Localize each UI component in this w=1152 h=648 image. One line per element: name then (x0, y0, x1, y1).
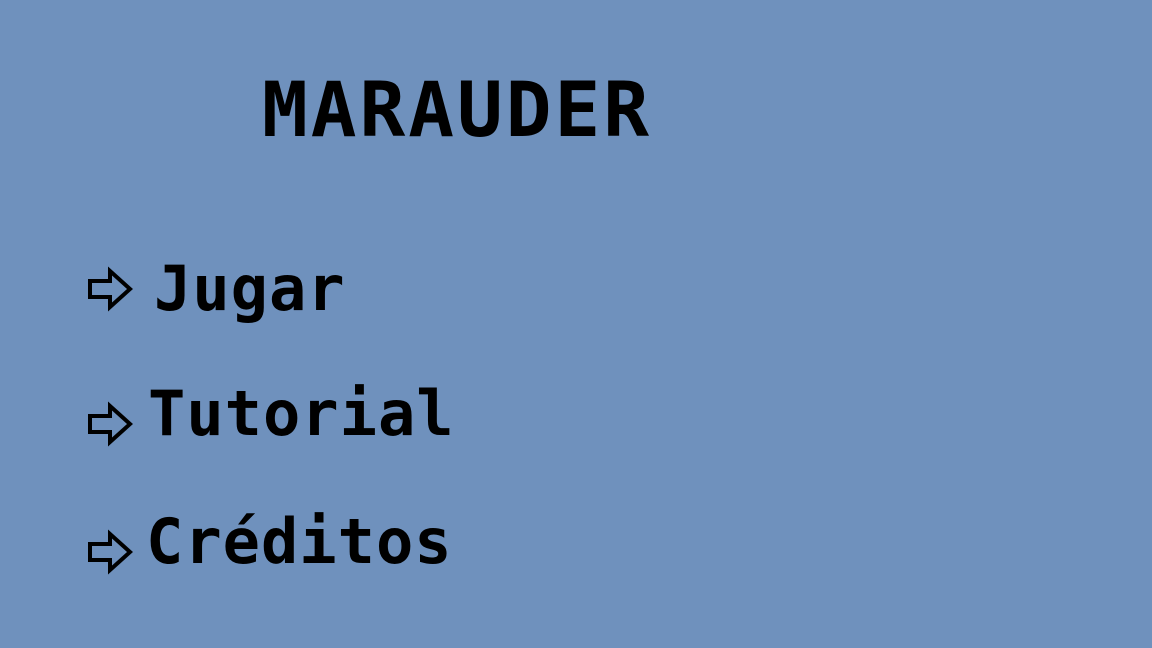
menu-item-play[interactable]: Jugar (84, 258, 346, 320)
main-menu-screen: MARAUDER Jugar Tutorial Créditos (0, 0, 1152, 648)
right-arrow-icon (84, 398, 136, 450)
game-title: MARAUDER (262, 65, 653, 154)
menu-item-label: Créditos (146, 505, 453, 578)
right-arrow-icon (84, 263, 136, 315)
menu-item-label: Tutorial (148, 377, 455, 450)
menu-item-label: Jugar (154, 252, 346, 325)
right-arrow-icon (84, 526, 136, 578)
menu-item-credits[interactable]: Créditos (84, 506, 453, 578)
menu-item-tutorial[interactable]: Tutorial (84, 378, 455, 450)
